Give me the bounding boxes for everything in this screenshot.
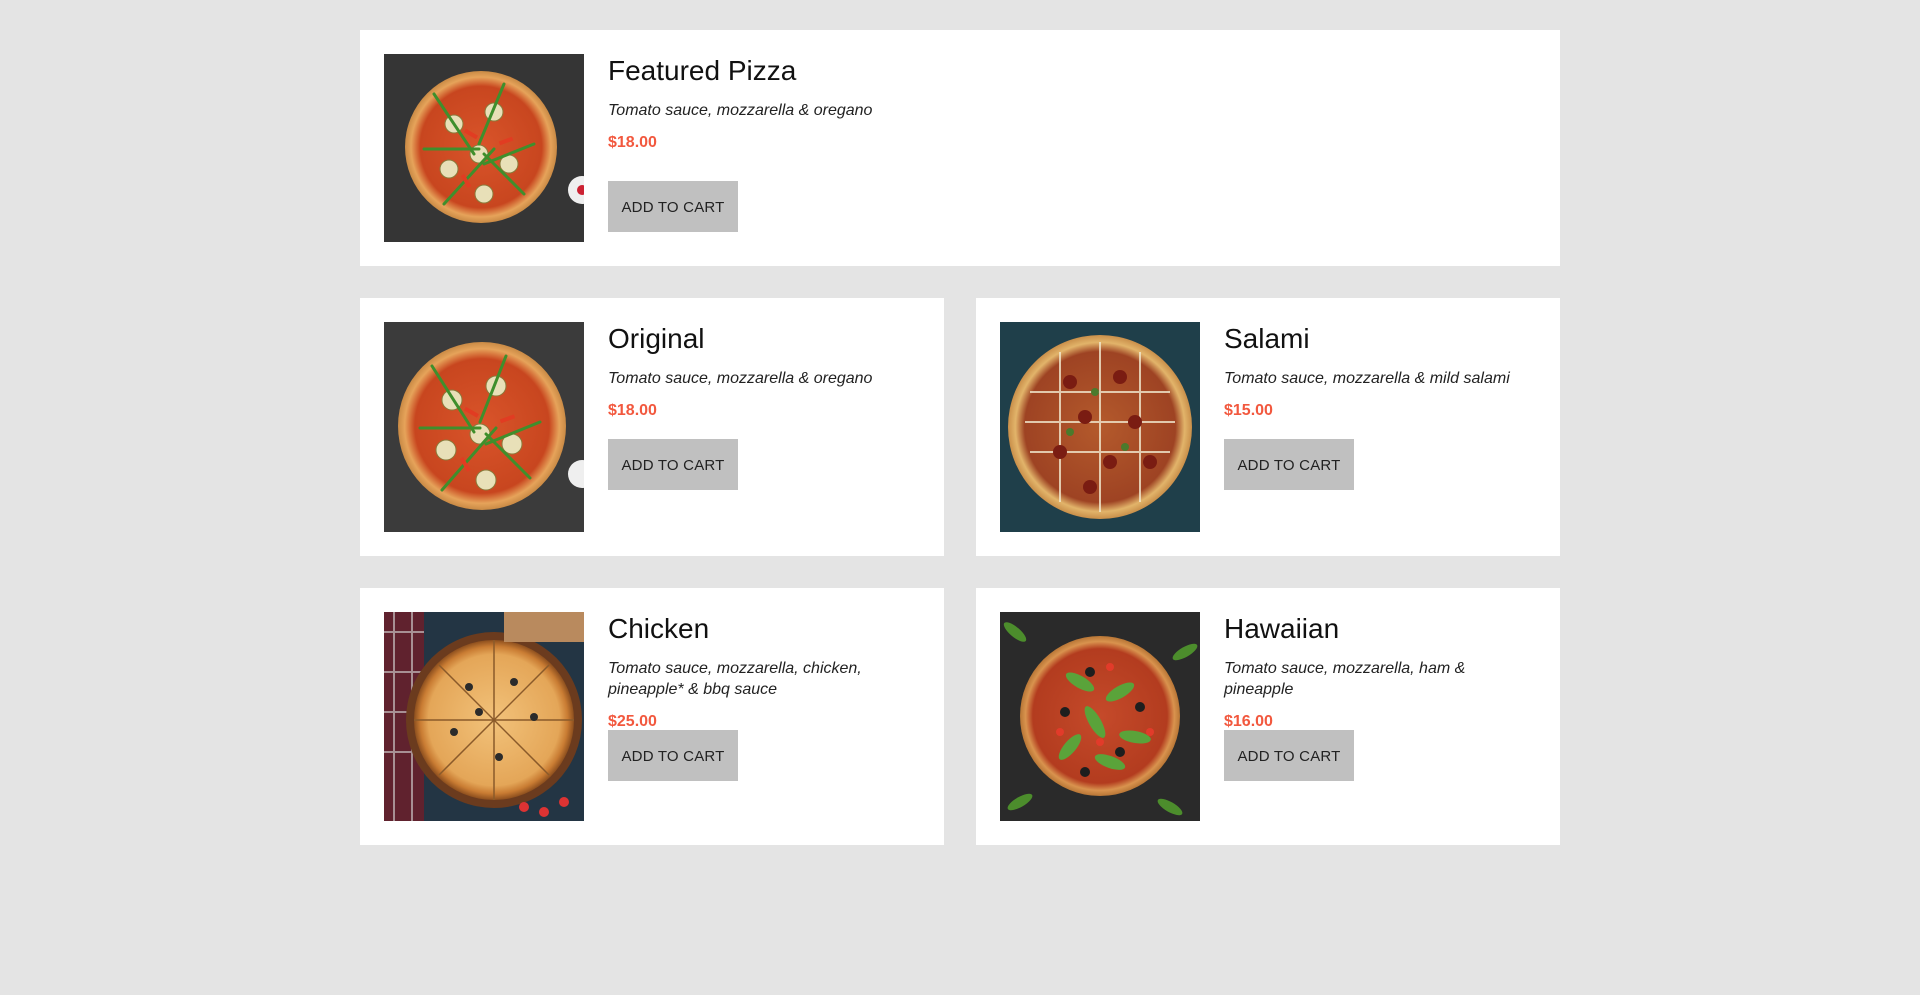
product-price: $16.00: [1224, 713, 1273, 730]
product-price: $15.00: [1224, 402, 1273, 419]
product-info: Salami Tomato sauce, mozzarella & mild s…: [1224, 322, 1524, 435]
product-info: Hawaiian Tomato sauce, mozzarella, ham &…: [1224, 612, 1524, 746]
product-description: Tomato sauce, mozzarella & mild salami: [1224, 370, 1510, 387]
button-wrapper: ADD TO CART: [1224, 439, 1354, 490]
product-card-hawaiian: Hawaiian Tomato sauce, mozzarella, ham &…: [976, 588, 1560, 845]
product-info: Chicken Tomato sauce, mozzarella, chicke…: [608, 612, 908, 746]
add-to-cart-button[interactable]: ADD TO CART: [1224, 439, 1354, 490]
add-to-cart-button[interactable]: ADD TO CART: [608, 439, 738, 490]
product-page: Featured Pizza Tomato sauce, mozzarella …: [0, 0, 1920, 995]
pizza-image: [384, 612, 584, 821]
product-name: Salami: [1224, 323, 1310, 354]
product-info: Featured Pizza Tomato sauce, mozzarella …: [608, 54, 1408, 167]
button-wrapper: ADD TO CART: [608, 439, 738, 490]
product-info: Original Tomato sauce, mozzarella & oreg…: [608, 322, 908, 435]
pizza-image: [384, 322, 584, 532]
product-name: Hawaiian: [1224, 613, 1340, 644]
pizza-image: [384, 54, 584, 242]
button-wrapper: ADD TO CART: [608, 181, 738, 232]
product-price: $18.00: [608, 402, 657, 419]
product-description: Tomato sauce, mozzarella & oregano: [608, 370, 873, 387]
add-to-cart-button[interactable]: ADD TO CART: [1224, 730, 1354, 781]
product-name: Featured Pizza: [608, 55, 797, 86]
pizza-image: [1000, 612, 1200, 821]
add-to-cart-button[interactable]: ADD TO CART: [608, 181, 738, 232]
pizza-image: [1000, 322, 1200, 532]
product-name: Chicken: [608, 613, 710, 644]
product-description: Tomato sauce, mozzarella, chicken, pinea…: [608, 660, 862, 698]
button-wrapper: ADD TO CART: [1224, 730, 1354, 781]
product-card-chicken: Chicken Tomato sauce, mozzarella, chicke…: [360, 588, 944, 845]
featured-product-card: Featured Pizza Tomato sauce, mozzarella …: [360, 30, 1560, 266]
product-price: $18.00: [608, 134, 657, 151]
add-to-cart-button[interactable]: ADD TO CART: [608, 730, 738, 781]
product-description: Tomato sauce, mozzarella & oregano: [608, 102, 873, 119]
product-description: Tomato sauce, mozzarella, ham & pineappl…: [1224, 660, 1466, 698]
product-card-salami: Salami Tomato sauce, mozzarella & mild s…: [976, 298, 1560, 556]
product-price: $25.00: [608, 713, 657, 730]
button-wrapper: ADD TO CART: [608, 730, 738, 781]
product-card-original: Original Tomato sauce, mozzarella & oreg…: [360, 298, 944, 556]
product-name: Original: [608, 323, 705, 354]
